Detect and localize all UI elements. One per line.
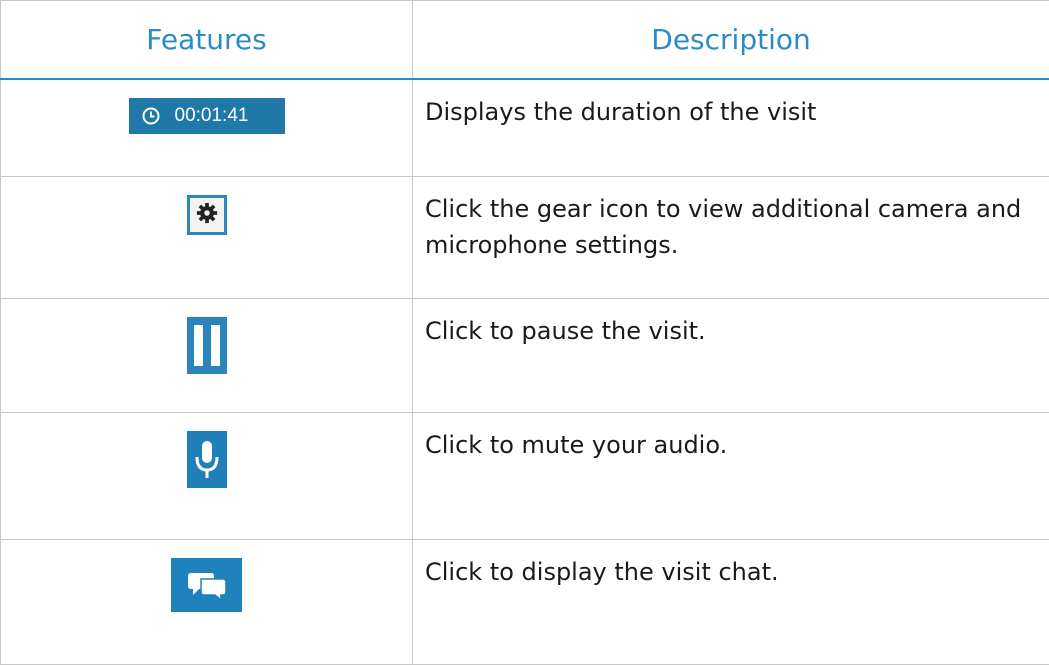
header-row: Features Description bbox=[1, 1, 1049, 80]
description-header: Description bbox=[413, 1, 1049, 80]
table-row: Click to pause the visit. bbox=[1, 299, 1049, 413]
clock-icon bbox=[141, 106, 161, 126]
description-cell: Displays the duration of the visit bbox=[413, 79, 1049, 177]
description-cell: Click the gear icon to view additional c… bbox=[413, 177, 1049, 299]
chat-icon bbox=[187, 569, 227, 601]
chat-button[interactable] bbox=[171, 558, 242, 612]
table-row: Click to display the visit chat. bbox=[1, 540, 1049, 665]
pause-button[interactable] bbox=[187, 317, 227, 374]
table-row: Click to mute your audio. bbox=[1, 413, 1049, 540]
feature-cell bbox=[1, 299, 413, 413]
settings-button[interactable] bbox=[187, 195, 227, 235]
visit-timer: 00:01:41 bbox=[129, 98, 285, 134]
visit-timer-value: 00:01:41 bbox=[175, 105, 249, 127]
feature-cell bbox=[1, 177, 413, 299]
table-row: Click the gear icon to view additional c… bbox=[1, 177, 1049, 299]
feature-cell bbox=[1, 413, 413, 540]
mute-button[interactable] bbox=[187, 431, 227, 488]
gear-icon bbox=[196, 202, 218, 228]
features-header: Features bbox=[1, 1, 413, 80]
feature-cell bbox=[1, 540, 413, 665]
feature-cell: 00:01:41 bbox=[1, 79, 413, 177]
table-row: 00:01:41 Displays the duration of the vi… bbox=[1, 79, 1049, 177]
microphone-icon bbox=[194, 439, 220, 481]
features-table: Features Description 00:01:41 Displays t… bbox=[0, 0, 1049, 665]
pause-icon bbox=[194, 325, 220, 366]
description-cell: Click to pause the visit. bbox=[413, 299, 1049, 413]
description-cell: Click to mute your audio. bbox=[413, 413, 1049, 540]
description-cell: Click to display the visit chat. bbox=[413, 540, 1049, 665]
